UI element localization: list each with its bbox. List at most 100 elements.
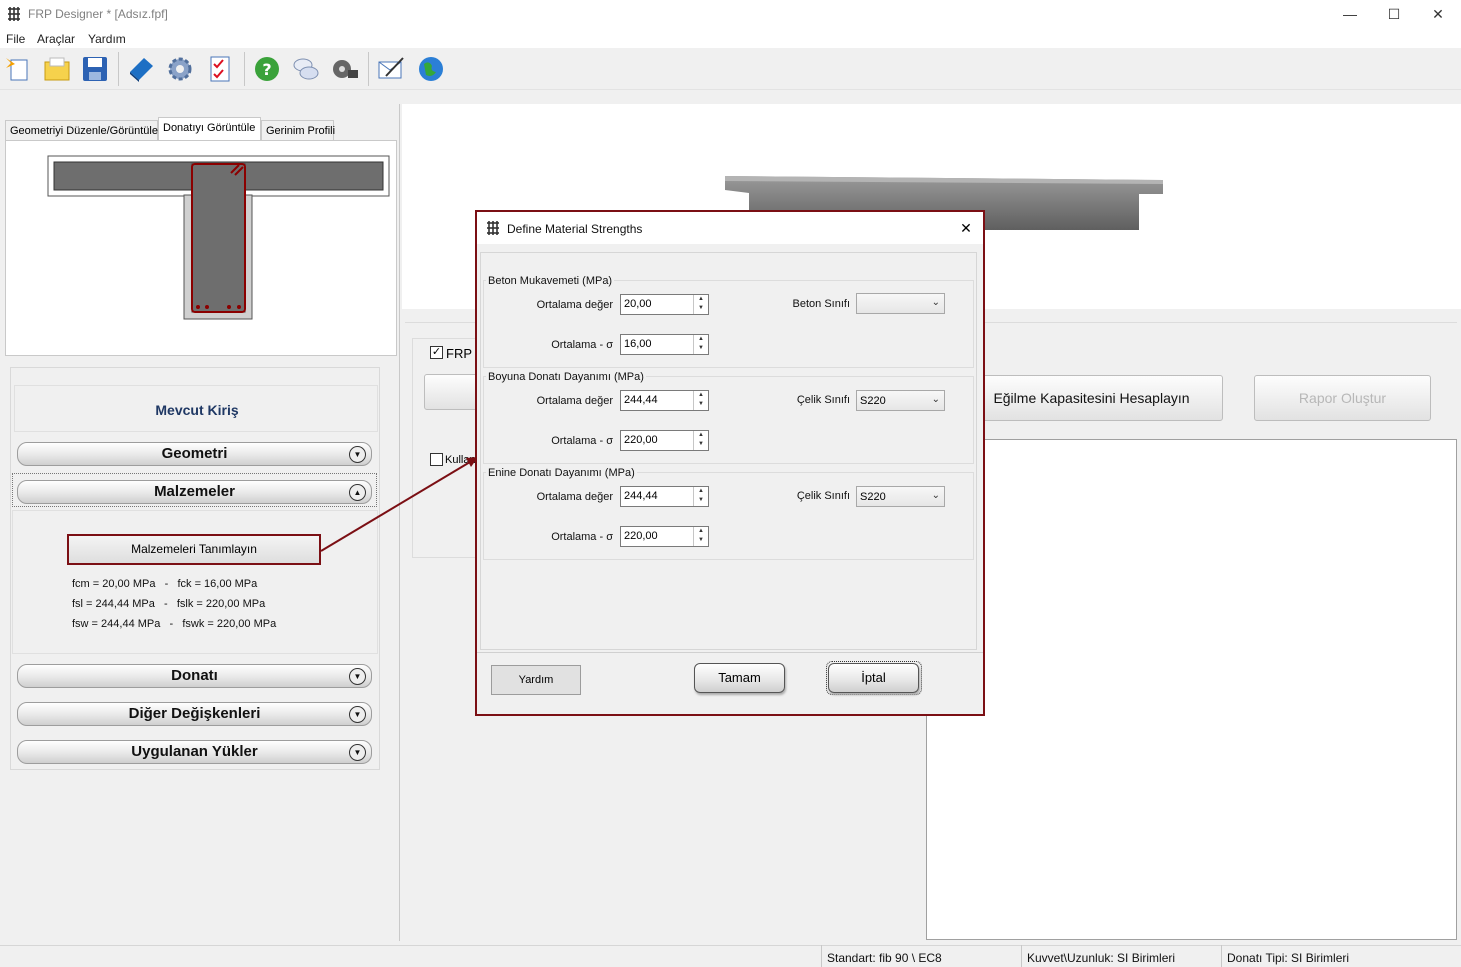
transverse-mean-stepper[interactable]: 244,44 ▲ ▼ xyxy=(620,486,709,507)
formula-concrete: fcm = 20,00 MPa - fck = 16,00 MPa xyxy=(72,578,258,590)
dialog-ok-button[interactable]: Tamam xyxy=(694,663,785,693)
longitudinal-mean-stepper[interactable]: 244,44 ▲ ▼ xyxy=(620,390,709,411)
kullan-checkbox[interactable] xyxy=(430,453,443,466)
concrete-sigma-value: 16,00 xyxy=(624,338,652,350)
stepper-arrows-icon[interactable]: ▲ ▼ xyxy=(693,295,708,314)
close-button[interactable]: ✕ xyxy=(1415,0,1461,30)
minimize-button[interactable]: — xyxy=(1327,0,1373,30)
book-icon[interactable] xyxy=(126,54,156,84)
menu-help[interactable]: Yardım xyxy=(88,32,126,46)
transverse-sigma-value: 220,00 xyxy=(624,530,658,542)
accordion-geometry-label: Geometri xyxy=(161,445,228,462)
chevron-down-icon: ▼ xyxy=(349,446,366,463)
longitudinal-steel-class-label: Çelik Sınıfı xyxy=(796,394,850,406)
formula-longitudinal: fsl = 244,44 MPa - fslk = 220,00 MPa xyxy=(72,598,266,610)
formula-transverse: fsw = 244,44 MPa - fswk = 220,00 MPa xyxy=(72,618,277,630)
tab-strain-profile[interactable]: Gerinim Profili xyxy=(261,120,335,140)
mail-edit-icon[interactable] xyxy=(376,54,406,84)
chevron-down-icon: ⌄ xyxy=(931,490,940,501)
concrete-sigma-stepper[interactable]: 16,00 ▲ ▼ xyxy=(620,334,709,355)
chevron-down-icon: ▼ xyxy=(349,668,366,685)
svg-text:?: ? xyxy=(262,60,271,79)
dialog-title: Define Material Strengths xyxy=(507,222,643,236)
stepper-arrows-icon[interactable]: ▲ ▼ xyxy=(693,487,708,506)
accordion-reinforcement-label: Donatı xyxy=(171,667,218,684)
app-logo-icon xyxy=(8,7,20,21)
t-beam-section-drawing xyxy=(47,155,390,320)
accordion-materials-label: Malzemeler xyxy=(154,483,235,500)
concrete-mean-value: 20,00 xyxy=(624,298,652,310)
video-reel-icon[interactable] xyxy=(330,54,360,84)
accordion-applied-loads-label: Uygulanan Yükler xyxy=(131,743,258,760)
chevron-down-icon: ⌄ xyxy=(931,297,940,308)
accordion-applied-loads[interactable]: Uygulanan Yükler ▼ xyxy=(17,740,372,764)
accordion-reinforcement[interactable]: Donatı ▼ xyxy=(17,664,372,688)
menu-file[interactable]: File xyxy=(6,32,25,46)
status-standard: Standart: fib 90 \ EC8 xyxy=(827,951,942,965)
accordion-geometry[interactable]: Geometri ▼ xyxy=(17,442,372,466)
open-folder-icon[interactable] xyxy=(42,54,72,84)
output-panel xyxy=(926,439,1457,940)
window-title: FRP Designer * [Adsız.fpf] xyxy=(28,7,168,21)
transverse-sigma-label: Ortalama - σ xyxy=(551,531,613,543)
create-report-button[interactable]: Rapor Oluştur xyxy=(1254,375,1431,421)
concrete-mean-label: Ortalama değer xyxy=(536,299,613,311)
dialog-help-button[interactable]: Yardım xyxy=(491,665,581,695)
globe-icon[interactable] xyxy=(416,54,446,84)
chevron-down-icon: ⌄ xyxy=(931,394,940,405)
longitudinal-steel-class-select[interactable]: S220 ⌄ xyxy=(856,390,945,411)
accordion-materials[interactable]: Malzemeler ▲ xyxy=(17,480,372,504)
menu-bar: File Araçlar Yardım xyxy=(0,30,1461,48)
status-separator xyxy=(1221,945,1222,967)
transverse-steel-class-label: Çelik Sınıfı xyxy=(796,490,850,502)
chevron-down-icon: ▼ xyxy=(349,706,366,723)
chat-bubbles-icon[interactable] xyxy=(291,54,321,84)
menu-tools[interactable]: Araçlar xyxy=(37,32,75,46)
transverse-rebar-group-label: Enine Donatı Dayanımı (MPa) xyxy=(486,467,637,479)
dialog-footer-divider xyxy=(477,652,983,653)
tab-geometry[interactable]: Geometriyi Düzenle/Görüntüle xyxy=(5,120,158,140)
transverse-steel-class-value: S220 xyxy=(860,491,886,503)
gear-icon[interactable] xyxy=(165,54,195,84)
accordion-other-variables[interactable]: Diğer Değişkenleri ▼ xyxy=(17,702,372,726)
accordion-other-variables-label: Diğer Değişkenleri xyxy=(128,705,261,722)
dialog-close-button[interactable]: ✕ xyxy=(955,218,977,238)
calculate-flexural-capacity-button[interactable]: Eğilme Kapasitesini Hesaplayın xyxy=(960,375,1223,421)
save-icon[interactable] xyxy=(80,54,110,84)
frp-checkbox[interactable]: ✓ xyxy=(430,346,443,359)
concrete-strength-group-label: Beton Mukavemeti (MPa) xyxy=(486,275,615,287)
stepper-arrows-icon[interactable]: ▲ ▼ xyxy=(693,431,708,450)
new-file-icon[interactable] xyxy=(3,54,33,84)
status-units: Kuvvet\Uzunluk: SI Birimleri xyxy=(1027,951,1176,965)
tab-reinforcement[interactable]: Donatıyı Görüntüle xyxy=(158,117,261,141)
concrete-mean-stepper[interactable]: 20,00 ▲ ▼ xyxy=(620,294,709,315)
concrete-class-label: Beton Sınıfı xyxy=(792,298,850,310)
checklist-icon[interactable] xyxy=(205,54,235,84)
section-header: Mevcut Kiriş xyxy=(14,385,378,432)
transverse-sigma-stepper[interactable]: 220,00 ▲ ▼ xyxy=(620,526,709,547)
longitudinal-sigma-stepper[interactable]: 220,00 ▲ ▼ xyxy=(620,430,709,451)
chevron-down-icon: ▼ xyxy=(349,744,366,761)
status-separator xyxy=(821,945,822,967)
transverse-steel-class-select[interactable]: S220 ⌄ xyxy=(856,486,945,507)
status-separator xyxy=(1021,945,1022,967)
section-drawing xyxy=(5,140,397,356)
status-rebar-type: Donatı Tipi: SI Birimleri xyxy=(1227,951,1350,965)
section-title: Mevcut Kiriş xyxy=(155,402,239,418)
chevron-up-icon: ▲ xyxy=(349,484,366,501)
longitudinal-sigma-label: Ortalama - σ xyxy=(551,435,613,447)
dialog-cancel-button[interactable]: İptal xyxy=(828,663,919,693)
dialog-title-bar: Define Material Strengths ✕ xyxy=(477,212,983,244)
kullan-checkbox-label: Kullan xyxy=(445,454,476,466)
stepper-arrows-icon[interactable]: ▲ ▼ xyxy=(693,335,708,354)
longitudinal-sigma-value: 220,00 xyxy=(624,434,658,446)
help-icon[interactable]: ? xyxy=(252,54,282,84)
maximize-button[interactable]: ☐ xyxy=(1371,0,1417,30)
stepper-arrows-icon[interactable]: ▲ ▼ xyxy=(693,391,708,410)
transverse-mean-label: Ortalama değer xyxy=(536,491,613,503)
concrete-class-select[interactable]: ⌄ xyxy=(856,293,945,314)
concrete-sigma-label: Ortalama - σ xyxy=(551,339,613,351)
longitudinal-rebar-group-label: Boyuna Donatı Dayanımı (MPa) xyxy=(486,371,646,383)
stepper-arrows-icon[interactable]: ▲ ▼ xyxy=(693,527,708,546)
define-materials-button[interactable]: Malzemeleri Tanımlayın xyxy=(67,534,321,565)
